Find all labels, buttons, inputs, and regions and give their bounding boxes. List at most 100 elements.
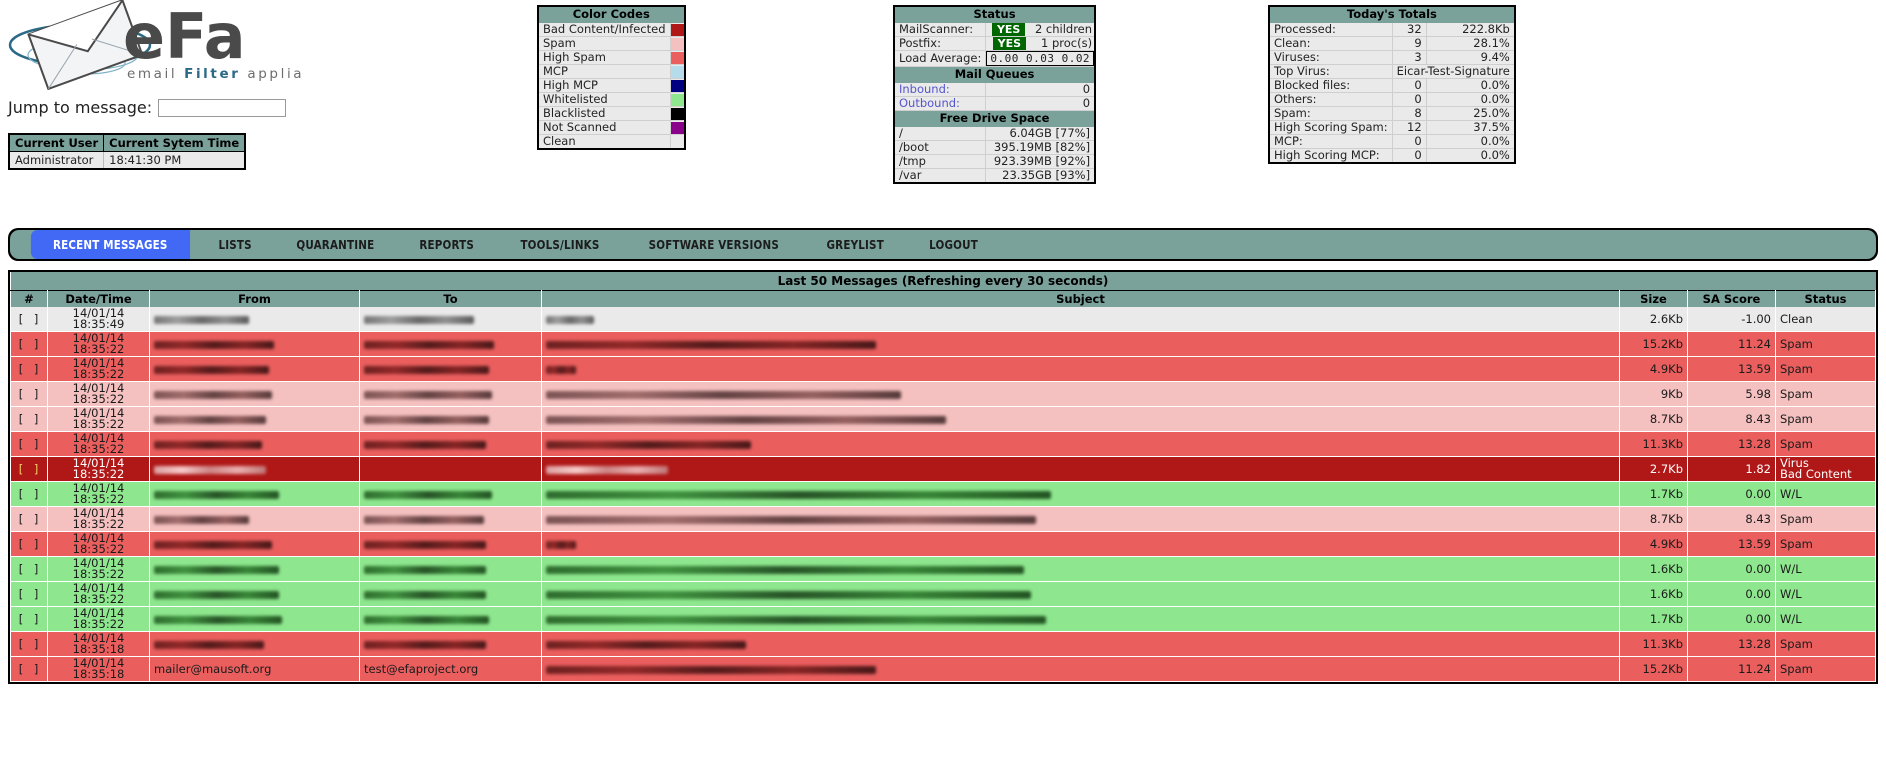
tab-greylist[interactable]: GREYLIST (809, 230, 903, 259)
row-datetime: 14/01/1418:35:22 (48, 482, 150, 507)
table-row[interactable]: [ ]14/01/1418:35:222.7Kb1.82VirusBad Con… (11, 457, 1876, 482)
row-size: 11.3Kb (1620, 432, 1688, 457)
row-select-checkbox[interactable]: [ ] (11, 632, 48, 657)
row-subject[interactable] (542, 607, 1620, 632)
row-subject[interactable] (542, 357, 1620, 382)
row-select-checkbox[interactable]: [ ] (11, 332, 48, 357)
checkbox-glyph[interactable]: [ ] (17, 337, 41, 351)
table-row[interactable]: [ ]14/01/1418:35:221.7Kb0.00W/L (11, 607, 1876, 632)
row-select-checkbox[interactable]: [ ] (11, 507, 48, 532)
table-row[interactable]: [ ]14/01/1418:35:224.9Kb13.59Spam (11, 532, 1876, 557)
color-code-swatch (670, 107, 685, 121)
row-select-checkbox[interactable]: [ ] (11, 657, 48, 682)
col-from-header: From (150, 291, 360, 308)
tab-logout[interactable]: LOGOUT (911, 230, 997, 259)
row-to (360, 307, 542, 332)
checkbox-glyph[interactable]: [ ] (17, 362, 41, 376)
checkbox-glyph[interactable]: [ ] (17, 412, 41, 426)
redacted-content (364, 341, 494, 349)
row-select-checkbox[interactable]: [ ] (11, 607, 48, 632)
table-row[interactable]: [ ]14/01/1418:35:221.6Kb0.00W/L (11, 557, 1876, 582)
inbound-queue-link[interactable]: Inbound: (894, 83, 986, 97)
row-to (360, 457, 542, 482)
totals-count: 0 (1392, 149, 1426, 164)
row-subject[interactable] (542, 457, 1620, 482)
checkbox-glyph[interactable]: [ ] (17, 512, 41, 526)
table-row[interactable]: [ ]14/01/1418:35:229Kb5.98Spam (11, 382, 1876, 407)
tab-reports[interactable]: REPORTS (401, 230, 492, 259)
status-label: W/L (1780, 564, 1871, 575)
row-select-checkbox[interactable]: [ ] (11, 407, 48, 432)
color-code-swatch (670, 79, 685, 93)
row-subject[interactable] (542, 332, 1620, 357)
redacted-content (546, 416, 946, 424)
checkbox-glyph[interactable]: [ ] (17, 662, 41, 676)
table-row[interactable]: [ ]14/01/1418:35:221.6Kb0.00W/L (11, 582, 1876, 607)
row-to-text: test@efaproject.org (364, 662, 478, 676)
row-select-checkbox[interactable]: [ ] (11, 482, 48, 507)
row-datetime: 14/01/1418:35:49 (48, 307, 150, 332)
checkbox-glyph[interactable]: [ ] (17, 487, 41, 501)
table-row[interactable]: [ ]14/01/1418:35:18mailer@mausoft.orgtes… (11, 657, 1876, 682)
row-select-checkbox[interactable]: [ ] (11, 307, 48, 332)
tab-software-versions[interactable]: SOFTWARE VERSIONS (630, 230, 797, 259)
checkbox-glyph[interactable]: [ ] (17, 537, 41, 551)
row-subject[interactable] (542, 532, 1620, 557)
row-subject[interactable] (542, 432, 1620, 457)
row-select-checkbox[interactable]: [ ] (11, 582, 48, 607)
redacted-content (546, 341, 876, 349)
checkbox-glyph[interactable]: [ ] (17, 312, 41, 326)
tab-lists[interactable]: LISTS (200, 230, 270, 259)
checkbox-glyph[interactable]: [ ] (17, 437, 41, 451)
checkbox-glyph[interactable]: [ ] (17, 612, 41, 626)
redacted-content (154, 366, 269, 374)
totals-label: High Scoring Spam: (1269, 121, 1392, 135)
tab-recent-messages[interactable]: RECENT MESSAGES (31, 230, 190, 259)
row-select-checkbox[interactable]: [ ] (11, 557, 48, 582)
color-code-label: Not Scanned (538, 121, 670, 135)
row-subject[interactable] (542, 507, 1620, 532)
tab-tools-links[interactable]: TOOLS/LINKS (502, 230, 618, 259)
table-row[interactable]: [ ]14/01/1418:35:2215.2Kb11.24Spam (11, 332, 1876, 357)
jump-to-message-input[interactable] (158, 99, 286, 117)
totals-row: Viruses:39.4% (1269, 51, 1515, 65)
current-system-time-value: 18:41:30 PM (104, 152, 246, 170)
status-badge: Spam (1776, 532, 1876, 557)
table-row[interactable]: [ ]14/01/1418:35:221.7Kb0.00W/L (11, 482, 1876, 507)
row-select-checkbox[interactable]: [ ] (11, 532, 48, 557)
table-row[interactable]: [ ]14/01/1418:35:224.9Kb13.59Spam (11, 357, 1876, 382)
redacted-content (154, 591, 279, 599)
row-select-checkbox[interactable]: [ ] (11, 357, 48, 382)
row-select-checkbox[interactable]: [ ] (11, 382, 48, 407)
svg-text:eFa: eFa (123, 0, 246, 73)
row-subject[interactable] (542, 482, 1620, 507)
table-row[interactable]: [ ]14/01/1418:35:2211.3Kb13.28Spam (11, 432, 1876, 457)
row-subject[interactable] (542, 557, 1620, 582)
table-row[interactable]: [ ]14/01/1418:35:228.7Kb8.43Spam (11, 507, 1876, 532)
checkbox-glyph[interactable]: [ ] (17, 462, 41, 476)
totals-percent: 25.0% (1426, 107, 1515, 121)
status-label: Bad Content (1780, 469, 1871, 480)
row-subject[interactable] (542, 382, 1620, 407)
row-select-checkbox[interactable]: [ ] (11, 457, 48, 482)
checkbox-glyph[interactable]: [ ] (17, 562, 41, 576)
checkbox-glyph[interactable]: [ ] (17, 387, 41, 401)
free-drive-space-title: Free Drive Space (894, 111, 1095, 127)
row-select-checkbox[interactable]: [ ] (11, 432, 48, 457)
tab-quarantine[interactable]: QUARANTINE (278, 230, 393, 259)
color-code-row: Clean (538, 135, 685, 150)
row-subject[interactable] (542, 307, 1620, 332)
row-time: 18:35:22 (52, 444, 145, 455)
row-subject[interactable] (542, 407, 1620, 432)
table-row[interactable]: [ ]14/01/1418:35:228.7Kb8.43Spam (11, 407, 1876, 432)
row-from (150, 432, 360, 457)
checkbox-glyph[interactable]: [ ] (17, 637, 41, 651)
checkbox-glyph[interactable]: [ ] (17, 587, 41, 601)
outbound-queue-link[interactable]: Outbound: (894, 97, 986, 111)
row-subject[interactable] (542, 582, 1620, 607)
row-subject[interactable] (542, 632, 1620, 657)
table-row[interactable]: [ ]14/01/1418:35:1811.3Kb13.28Spam (11, 632, 1876, 657)
efa-logo: eFa email Filter appliance (5, 0, 305, 90)
table-row[interactable]: [ ]14/01/1418:35:492.6Kb-1.00Clean (11, 307, 1876, 332)
row-subject[interactable] (542, 657, 1620, 682)
